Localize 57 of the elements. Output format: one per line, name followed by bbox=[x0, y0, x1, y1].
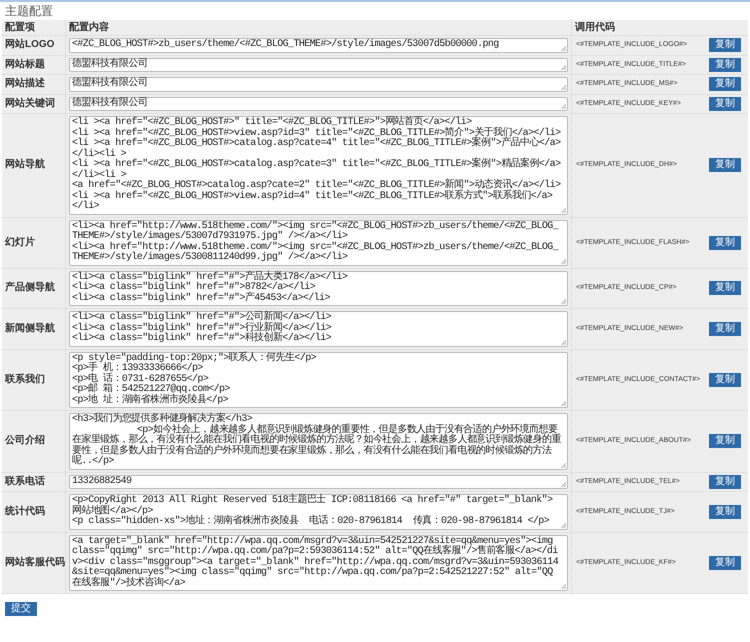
field-label: 新闻侧导航 bbox=[5, 322, 55, 335]
copy-button[interactable]: 复制 bbox=[709, 322, 741, 336]
resize-grip-icon bbox=[561, 584, 566, 589]
resize-grip-icon bbox=[561, 104, 566, 109]
textarea-field[interactable]: <li><a class="biglink" href="#">公司新闻</a></li> <li><a class="biglink" href="#">行业新闻</a></li> <li><a class="biglink" href="#">科技创新</a></li> bbox=[69, 311, 568, 346]
field-label: 统计代码 bbox=[5, 506, 45, 518]
textarea-field[interactable]: 德盟科技有限公司 bbox=[69, 77, 568, 92]
resize-grip-icon bbox=[561, 401, 566, 406]
copy-button[interactable]: 复制 bbox=[709, 474, 741, 489]
textarea-field[interactable]: 德盟科技有限公司 bbox=[69, 58, 568, 72]
resize-grip-icon bbox=[561, 208, 566, 212]
section-title: 主题配置 bbox=[4, 3, 54, 20]
copy-button[interactable]: 复制 bbox=[709, 434, 741, 448]
resize-grip-icon bbox=[561, 84, 566, 90]
textarea-field[interactable]: <li><a class="biglink" href="#">产品大类178</a></li> <li><a class="biglink" href="#">8782</a></li> <li><a class="biglink" href="#">产45453</a></li> bbox=[69, 270, 568, 306]
field-label: 网站客服代码 bbox=[5, 556, 65, 569]
resize-grip-icon bbox=[561, 65, 566, 70]
copy-button[interactable]: 复制 bbox=[709, 556, 741, 570]
resize-grip-icon bbox=[561, 258, 566, 264]
field-label: 网站描述 bbox=[5, 78, 45, 90]
textarea-field[interactable]: <a target="_blank" href="http://wpa.qq.com/msgrd?v=3&uin=542521227&site=qq&menu=yes"><img class="qqimg" src="http://wpa.qq.com/pa?p=2:593036114:52" alt="QQ在线客服"/>售前客服</a></div><div class="msggroup"><a target="_blank" href="http://wpa.qq.com/msgrd?v=3&uin=593036114&site=qq&menu=yes"><img class="qqimg" src="http://wpa.qq.com/pa?p=2:542521227:52" alt="QQ在线客服"/>技术咨询</a> bbox=[69, 534, 568, 591]
column-header: 配置项 bbox=[5, 22, 35, 33]
submit-button[interactable]: 提交 bbox=[5, 602, 37, 616]
textarea-field[interactable]: 德盟科技有限公司 bbox=[69, 96, 568, 111]
resize-grip-icon bbox=[561, 462, 566, 468]
textarea-field[interactable]: <p>CopyRight 2013 All Right Reserved 518主题巴士 ICP:08118166 <a href="#" target="_blank">网站地图</a></p> <p class="hidden-xs">地址：湖南省株洲市炎陵县 电话：020-87961814 传真：020-98-87961814 </p> bbox=[69, 494, 568, 530]
copy-button[interactable]: 复制 bbox=[709, 38, 741, 52]
field-label: 产品侧导航 bbox=[5, 282, 55, 294]
textarea-field[interactable]: <li ><a href="<#ZC_BLOG_HOST#>" title="<#ZC_BLOG_TITLE#>">网站首页</a></li> <li ><a href="<#ZC_BLOG_HOST#>view.asp?id=3" title="<#ZC_BLOG_TITLE#>简介">关于我们</a></li> <li ><a href="<#ZC_BLOG_HOST#>catalog.asp?cate=4" title="<#ZC_BLOG_TITLE#>案例">产品中心</a></li><li > <li ><a href="<#ZC_BLOG_HOST#>catalog.asp?cate=3" title="<#ZC_BLOG_TITLE#>案例">精品案例</a></li><li > <a href="<#ZC_BLOG_HOST#>catalog.asp?cate=2" title="<#ZC_BLOG_TITLE#>新闻">动态资讯</a></li> <li ><a href="<#ZC_BLOG_HOST#>view.asp?id=4" title="<#ZC_BLOG_TITLE#>联系方式">联系我们</a></li> bbox=[69, 116, 568, 214]
column-header: 配置内容 bbox=[69, 22, 109, 33]
column-header: 调用代码 bbox=[575, 22, 615, 33]
textarea-field[interactable]: <h3>我们为您提供多种健身解决方案</h3> <p>如今社会上，越来越多人都意识到锻炼健身的重要性，但是多数人由于没有合适的户外环境而想要在家里锻炼，那么，有没有什么能在我们看电视的时候锻炼的方法呢？如今社会上，越来越多人都意识到锻炼健身的重要性，但是多数人由于没有合适的户外环境而想要在家里锻炼，那么，有没有什么能在我们看电视的时候锻炼的方法呢..</p> bbox=[69, 413, 568, 470]
textarea-field[interactable]: <li><a href="http://www.518theme.com/"><img src="<#ZC_BLOG_HOST#>zb_users/theme/<#ZC_BLOG_THEME#>/style/images/53007d7931975.jpg" /></a></li> <li><a href="http://www.518theme.com/"><img src="<#ZC_BLOG_HOST#>zb_users/theme/<#ZC_BLOG_THEME#>/style/images/5300811240d99.jpg" /></a></li> bbox=[69, 220, 568, 266]
resize-grip-icon bbox=[561, 522, 566, 528]
field-label: 网站LOGO bbox=[5, 39, 54, 52]
field-label: 网站关键词 bbox=[5, 98, 55, 110]
field-label: 公司介绍 bbox=[5, 435, 45, 448]
copy-button[interactable]: 复制 bbox=[709, 504, 741, 519]
resize-grip-icon bbox=[561, 46, 566, 50]
resize-grip-icon bbox=[561, 299, 566, 304]
field-label: 联系我们 bbox=[5, 374, 45, 386]
copy-button[interactable]: 复制 bbox=[709, 158, 741, 172]
field-label: 网站导航 bbox=[5, 159, 45, 172]
textarea-field[interactable]: 13326882549 bbox=[69, 474, 568, 489]
copy-button[interactable]: 复制 bbox=[709, 58, 741, 72]
copy-button[interactable]: 复制 bbox=[709, 96, 741, 111]
textarea-field[interactable]: <p style="padding-top:20px;">联系人：何先生</p> <p>手 机：13933336666</p> <p>电 话：0731-6287655</p> <p>邮 箱：542521227@qq.com</p> <p>地 址：湖南省株洲市炎陵县</p> bbox=[69, 352, 568, 408]
resize-grip-icon bbox=[561, 482, 566, 487]
copy-button[interactable]: 复制 bbox=[709, 372, 741, 387]
field-label: 联系电话 bbox=[5, 476, 45, 488]
field-label: 幻灯片 bbox=[5, 236, 35, 248]
copy-button[interactable]: 复制 bbox=[709, 77, 741, 92]
field-label: 网站标题 bbox=[5, 58, 45, 71]
resize-grip-icon bbox=[561, 340, 566, 344]
copy-button[interactable]: 复制 bbox=[709, 236, 741, 250]
copy-button[interactable]: 复制 bbox=[709, 281, 741, 296]
textarea-field[interactable]: <#ZC_BLOG_HOST#>zb_users/theme/<#ZC_BLOG_THEME#>/style/images/53007d5b00000.png bbox=[69, 38, 568, 52]
